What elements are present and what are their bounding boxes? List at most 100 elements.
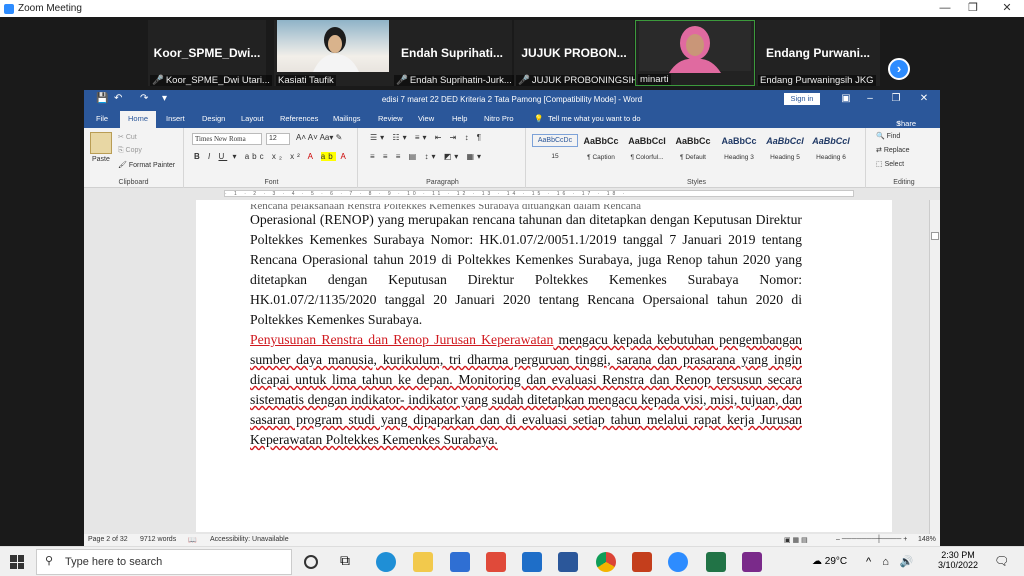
style-item[interactable]: AaBbCc ¶ Caption xyxy=(578,134,624,161)
find-button[interactable]: 🔍 Find xyxy=(876,132,900,140)
participant-tile[interactable]: Koor_SPME_Dwi... 🎤 Koor_SPME_Dwi Utari... xyxy=(148,20,272,86)
font-name-select[interactable]: Times New Roma xyxy=(192,133,262,145)
word-close-icon[interactable]: ✕ xyxy=(914,93,934,104)
font-format-buttons[interactable]: B I U ▾ abc x₂ x² A ab A xyxy=(194,152,349,161)
word-count[interactable]: 9712 words xyxy=(140,536,176,543)
zoom-taskbar-icon[interactable] xyxy=(668,552,688,572)
style-sample: AaBbCcl xyxy=(766,136,804,146)
participant-name: Koor_SPME_Dwi... xyxy=(153,46,261,60)
word-minimize-icon[interactable]: – xyxy=(860,93,880,104)
tab-file[interactable]: File xyxy=(96,114,108,123)
tab-references[interactable]: References xyxy=(280,114,318,123)
style-item[interactable]: AaBbCc ¶ Default xyxy=(670,134,716,161)
tab-help[interactable]: Help xyxy=(452,114,467,123)
horizontal-ruler[interactable]: · 1 · 2 · 3 · 4 · 5 · 6 · 7 · 8 · 9 · 10… xyxy=(84,189,940,198)
task-view-icon[interactable]: ⧉ xyxy=(340,552,360,572)
participant-name: Endang Purwani... xyxy=(765,46,870,60)
status-bar: Page 2 of 32 9712 words 📖 Accessibility:… xyxy=(84,534,940,546)
cut-button[interactable]: ✂ Cut xyxy=(118,133,137,141)
notification-icon[interactable]: 🗨 xyxy=(994,554,1009,568)
style-item[interactable]: AaBbCcI ¶ Colorful... xyxy=(624,134,670,161)
list-buttons[interactable]: ☰▾ ☷▾ ≡▾ ⇤ ⇥ ↕ ¶ xyxy=(370,133,484,142)
vertical-scrollbar[interactable] xyxy=(929,200,940,535)
participant-tile[interactable]: Endang Purwani... Endang Purwaningsih JK… xyxy=(756,20,880,86)
style-item[interactable]: AaBbCcDc 15 xyxy=(532,134,578,160)
ribbon-display-icon[interactable]: ▣ xyxy=(836,93,856,104)
find-icon: 🔍 xyxy=(876,133,887,140)
font-size-select[interactable]: 12 xyxy=(266,133,290,145)
document-body[interactable]: Rencana pelaksanaan Renstra Poltekkes Ke… xyxy=(250,204,802,450)
close-icon[interactable]: ✕ xyxy=(992,0,1022,17)
paste-icon[interactable] xyxy=(90,132,112,154)
tab-design[interactable]: Design xyxy=(202,114,225,123)
scroll-thumb[interactable] xyxy=(931,232,939,240)
zoom-slider[interactable]: – ───────┼──── + xyxy=(836,536,907,543)
style-name: 15 xyxy=(551,153,559,160)
tab-insert[interactable]: Insert xyxy=(166,114,185,123)
accessibility-status[interactable]: Accessibility: Unavailable xyxy=(210,536,289,543)
tab-mailings[interactable]: Mailings xyxy=(333,114,361,123)
tab-nitro-pro[interactable]: Nitro Pro xyxy=(484,114,514,123)
format-painter-button[interactable]: 🖌 Format Painter xyxy=(118,161,175,169)
mic-muted-icon: 🎤 xyxy=(152,75,164,86)
sign-in-button[interactable]: Sign in xyxy=(784,93,820,105)
minimize-icon[interactable]: — xyxy=(930,0,960,17)
paste-button[interactable]: Paste xyxy=(92,156,110,163)
winrar-icon[interactable] xyxy=(742,552,762,572)
document-page[interactable]: Rencana pelaksanaan Renstra Poltekkes Ke… xyxy=(196,200,892,532)
participant-tile-active[interactable]: minarti xyxy=(635,20,755,86)
chrome-icon[interactable] xyxy=(596,552,616,572)
style-sample: AaBbCcI xyxy=(628,136,666,146)
font-label: Font xyxy=(264,179,279,186)
select-button[interactable]: ⬚ Select xyxy=(876,160,904,168)
view-buttons[interactable]: ▣ ▦ ▤ xyxy=(784,536,808,544)
tab-review[interactable]: Review xyxy=(378,114,403,123)
tab-view[interactable]: View xyxy=(418,114,434,123)
zoom-level[interactable]: 148% xyxy=(918,536,936,543)
style-item[interactable]: AaBbCcl Heading 6 xyxy=(808,134,854,161)
styles-group: AaBbCcDc 15 AaBbCc ¶ Caption AaBbCcI ¶ Colorf… xyxy=(528,128,866,188)
search-icon: ⚲ xyxy=(45,555,54,567)
cortana-icon[interactable] xyxy=(304,555,318,569)
paragraph-label: Paragraph xyxy=(426,179,459,186)
style-item[interactable]: AaBbCc Heading 3 xyxy=(716,134,762,161)
participant-tile[interactable]: JUJUK PROBON... 🎤 JUJUK PROBONINGSIH xyxy=(514,20,640,86)
alignment-buttons[interactable]: ≡ ≡ ≡ ▤ ↕▾ ◩▾ ▦▾ xyxy=(370,152,484,161)
maximize-icon[interactable]: ❐ xyxy=(958,0,988,17)
store-icon[interactable] xyxy=(450,552,470,572)
weather-widget[interactable]: ☁ 29°C xyxy=(812,556,847,567)
font-size-buttons[interactable]: A˄ A˅ Aa▾ ✎ xyxy=(296,133,342,142)
windows-start-icon[interactable] xyxy=(10,555,24,569)
participant-label: minarti xyxy=(638,74,671,85)
tab-home[interactable]: Home xyxy=(120,111,157,128)
replace-button[interactable]: ⇄ Replace xyxy=(876,146,910,154)
participant-tile[interactable]: Kasiati Taufik xyxy=(274,20,392,86)
participant-tile[interactable]: Endah Suprihati... 🎤 Endah Suprihatin-Jur… xyxy=(392,20,514,86)
ribbon: Paste ✂ Cut ⎘ Copy 🖌 Format Painter Clip… xyxy=(84,128,940,188)
search-input[interactable]: ⚲ Type here to search xyxy=(36,549,292,575)
tell-me-search[interactable]: Tell me what you want to do xyxy=(548,114,641,123)
style-item[interactable]: AaBbCcl Heading 5 xyxy=(762,134,808,161)
page-count[interactable]: Page 2 of 32 xyxy=(88,536,128,543)
proofing-icon[interactable]: 📖 xyxy=(188,536,197,544)
participant-name: Endah Suprihati... xyxy=(400,46,503,60)
tab-layout[interactable]: Layout xyxy=(241,114,264,123)
edge-icon[interactable] xyxy=(376,552,396,572)
clock[interactable]: 2:30 PM 3/10/2022 xyxy=(934,550,982,570)
word-restore-icon[interactable]: ❐ xyxy=(886,93,906,104)
participant-video xyxy=(639,21,751,73)
copy-button[interactable]: ⎘ Copy xyxy=(118,147,142,155)
font-group: Times New Roma 12 A˄ A˅ Aa▾ ✎ B I U ▾ ab… xyxy=(186,128,358,188)
word-taskbar-icon[interactable] xyxy=(558,552,578,572)
gift-icon[interactable] xyxy=(486,552,506,572)
participant-strip: Koor_SPME_Dwi... 🎤 Koor_SPME_Dwi Utari...… xyxy=(0,17,1024,89)
excel-icon[interactable] xyxy=(706,552,726,572)
clipboard-label: Clipboard xyxy=(118,179,149,186)
system-tray-icons[interactable]: ^ ⌂ 🔊 xyxy=(866,555,918,568)
next-page-arrow-icon[interactable]: › xyxy=(888,58,910,80)
mail-icon[interactable] xyxy=(522,552,542,572)
participant-label: Endang Purwaningsih JKG xyxy=(758,75,876,86)
file-explorer-icon[interactable] xyxy=(413,552,433,572)
clipboard-group: Paste ✂ Cut ⎘ Copy 🖌 Format Painter Clip… xyxy=(84,128,184,188)
powerpoint-icon[interactable] xyxy=(632,552,652,572)
